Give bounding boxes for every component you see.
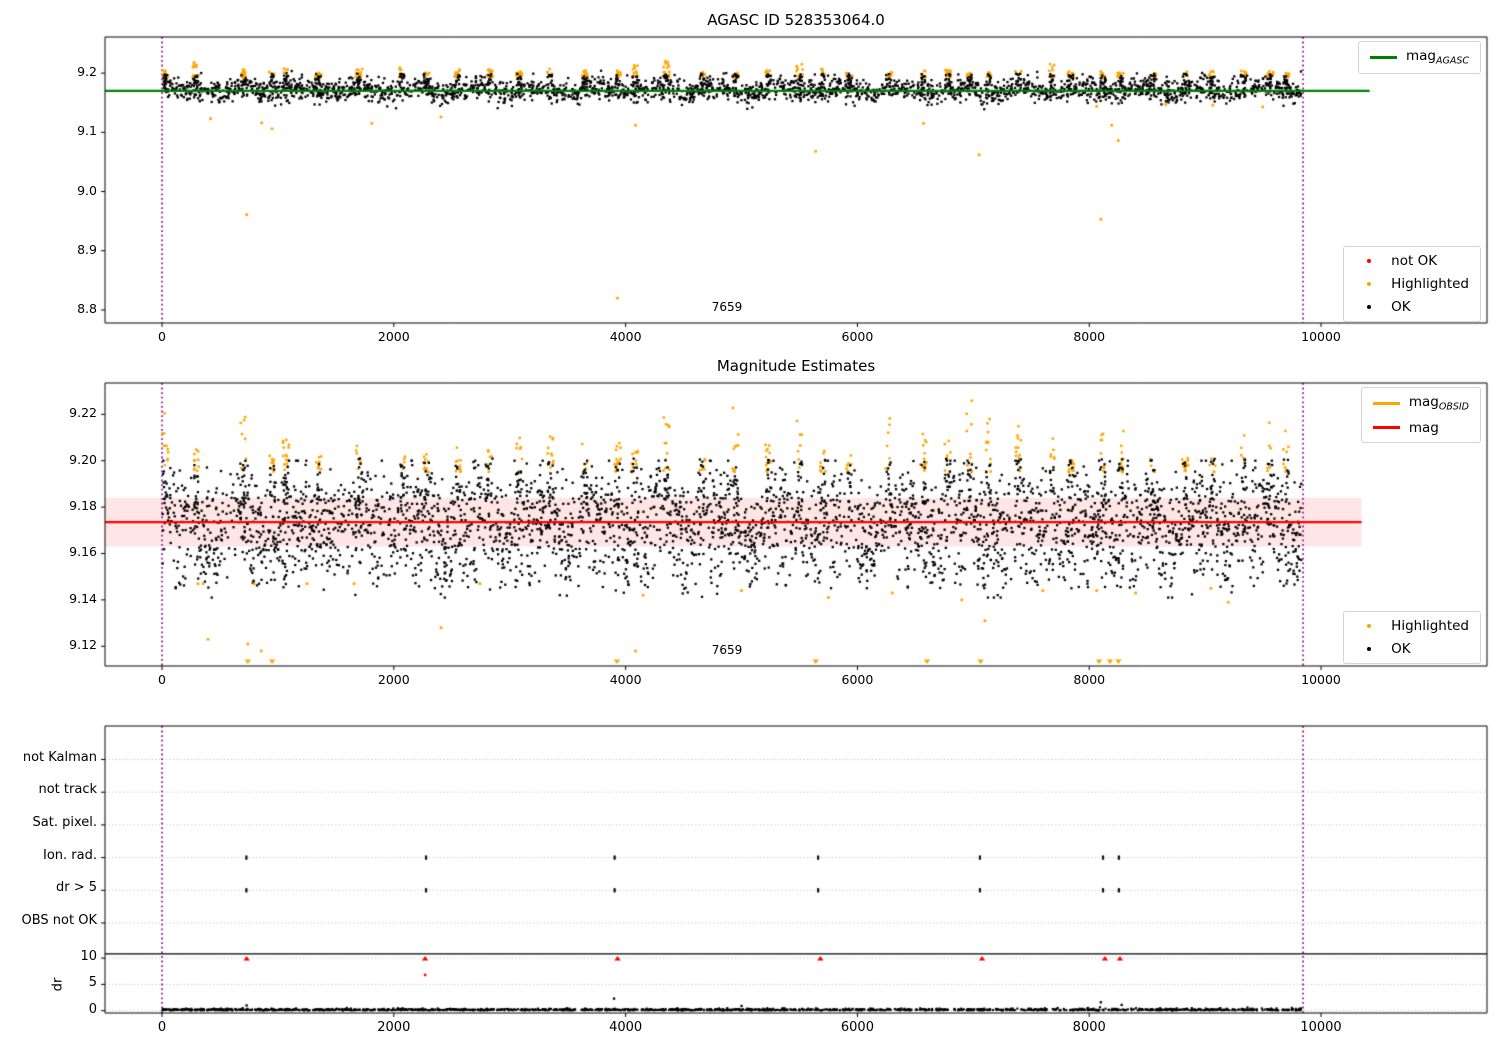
dr-tick-label: 5 (88, 975, 97, 991)
panel1-title: AGASC ID 528353064.0 (707, 11, 885, 29)
panel1-marker-legend: not OK Highlighted OK (1343, 246, 1481, 322)
category-label: OBS not OK (21, 913, 98, 928)
legend-label: OK (1391, 641, 1411, 657)
x-tick-label: 8000 (1072, 1020, 1106, 1035)
y-tick-label: 9.12 (69, 637, 97, 653)
legend-line-swatch (1369, 56, 1397, 59)
legend-line-swatch (1372, 426, 1400, 429)
legend-item: mag (1372, 419, 1469, 436)
x-tick-label: 8000 (1073, 672, 1106, 687)
y-tick-label: 9.20 (69, 451, 97, 467)
panel2-marker-legend: Highlighted OK (1343, 611, 1481, 664)
legend-label: mag (1408, 419, 1439, 436)
legend-label: Highlighted (1391, 276, 1469, 292)
legend-dot-swatch (1355, 282, 1382, 286)
x-tick-label: 0 (158, 672, 166, 687)
figure-canvas (0, 0, 1500, 1050)
x-tick-label: 2000 (377, 1020, 411, 1035)
x-tick-label: 6000 (840, 1020, 874, 1035)
y-tick-label: 9.2 (77, 64, 97, 80)
legend-line-swatch (1372, 402, 1400, 405)
x-tick-label: 4000 (609, 672, 642, 687)
x-tick-label: 10000 (1301, 672, 1341, 687)
y-tick-label: 9.16 (69, 544, 97, 560)
y-tick-label: 9.1 (77, 123, 97, 139)
legend-dot-swatch (1355, 305, 1382, 309)
x-tick-label: 4000 (609, 1020, 643, 1035)
legend-label: Highlighted (1391, 618, 1469, 634)
x-tick-label: 8000 (1073, 329, 1106, 344)
legend-label: magOBSID (1408, 394, 1469, 413)
legend-item: Highlighted (1355, 618, 1469, 634)
category-label: Ion. rad. (43, 847, 97, 863)
figure: AGASC ID 528353064.0 Magnitude Estimates… (0, 0, 1500, 1050)
legend-dot-swatch (1355, 624, 1382, 628)
legend-label: OK (1391, 299, 1411, 315)
legend-dot-swatch (1355, 259, 1382, 263)
y-tick-label: 9.22 (69, 405, 97, 421)
y-tick-label: 8.9 (77, 241, 97, 257)
y-tick-label: 8.8 (77, 300, 97, 316)
legend-dot-swatch (1355, 647, 1382, 651)
dr-tick-label: 10 (80, 949, 97, 965)
x-tick-label: 10000 (1301, 329, 1341, 344)
x-tick-label: 10000 (1300, 1020, 1342, 1035)
panel2-line-legend: magOBSID mag (1360, 387, 1481, 443)
legend-item: OK (1355, 641, 1469, 657)
legend-item: magAGASC (1369, 48, 1469, 67)
legend-item: not OK (1355, 253, 1469, 269)
panel1-annotation-obsid: 7659 (711, 300, 743, 314)
legend-item: magOBSID (1372, 394, 1469, 413)
legend-item: Highlighted (1355, 276, 1469, 292)
y-tick-label: 9.0 (77, 182, 97, 198)
dr-tick-label: 0 (88, 1001, 97, 1017)
category-label: not track (38, 782, 97, 798)
x-tick-label: 0 (157, 1020, 167, 1035)
category-label: not Kalman (22, 749, 97, 765)
x-tick-label: 6000 (841, 329, 874, 344)
legend-label: magAGASC (1405, 48, 1469, 67)
panel2-title: Magnitude Estimates (716, 357, 876, 375)
x-tick-label: 6000 (841, 672, 874, 687)
legend-label: not OK (1391, 253, 1438, 269)
category-label: Sat. pixel. (32, 814, 97, 830)
x-tick-label: 2000 (377, 672, 410, 687)
x-tick-label: 4000 (609, 329, 642, 344)
y-tick-label: 9.18 (69, 498, 97, 514)
y-tick-label: 9.14 (69, 590, 97, 606)
x-tick-label: 2000 (377, 329, 410, 344)
legend-item: OK (1355, 299, 1469, 315)
panel2-annotation-obsid: 7659 (711, 643, 743, 657)
x-tick-label: 0 (158, 329, 166, 344)
category-label: dr > 5 (55, 880, 97, 896)
panel1-line-legend: magAGASC (1357, 41, 1481, 74)
